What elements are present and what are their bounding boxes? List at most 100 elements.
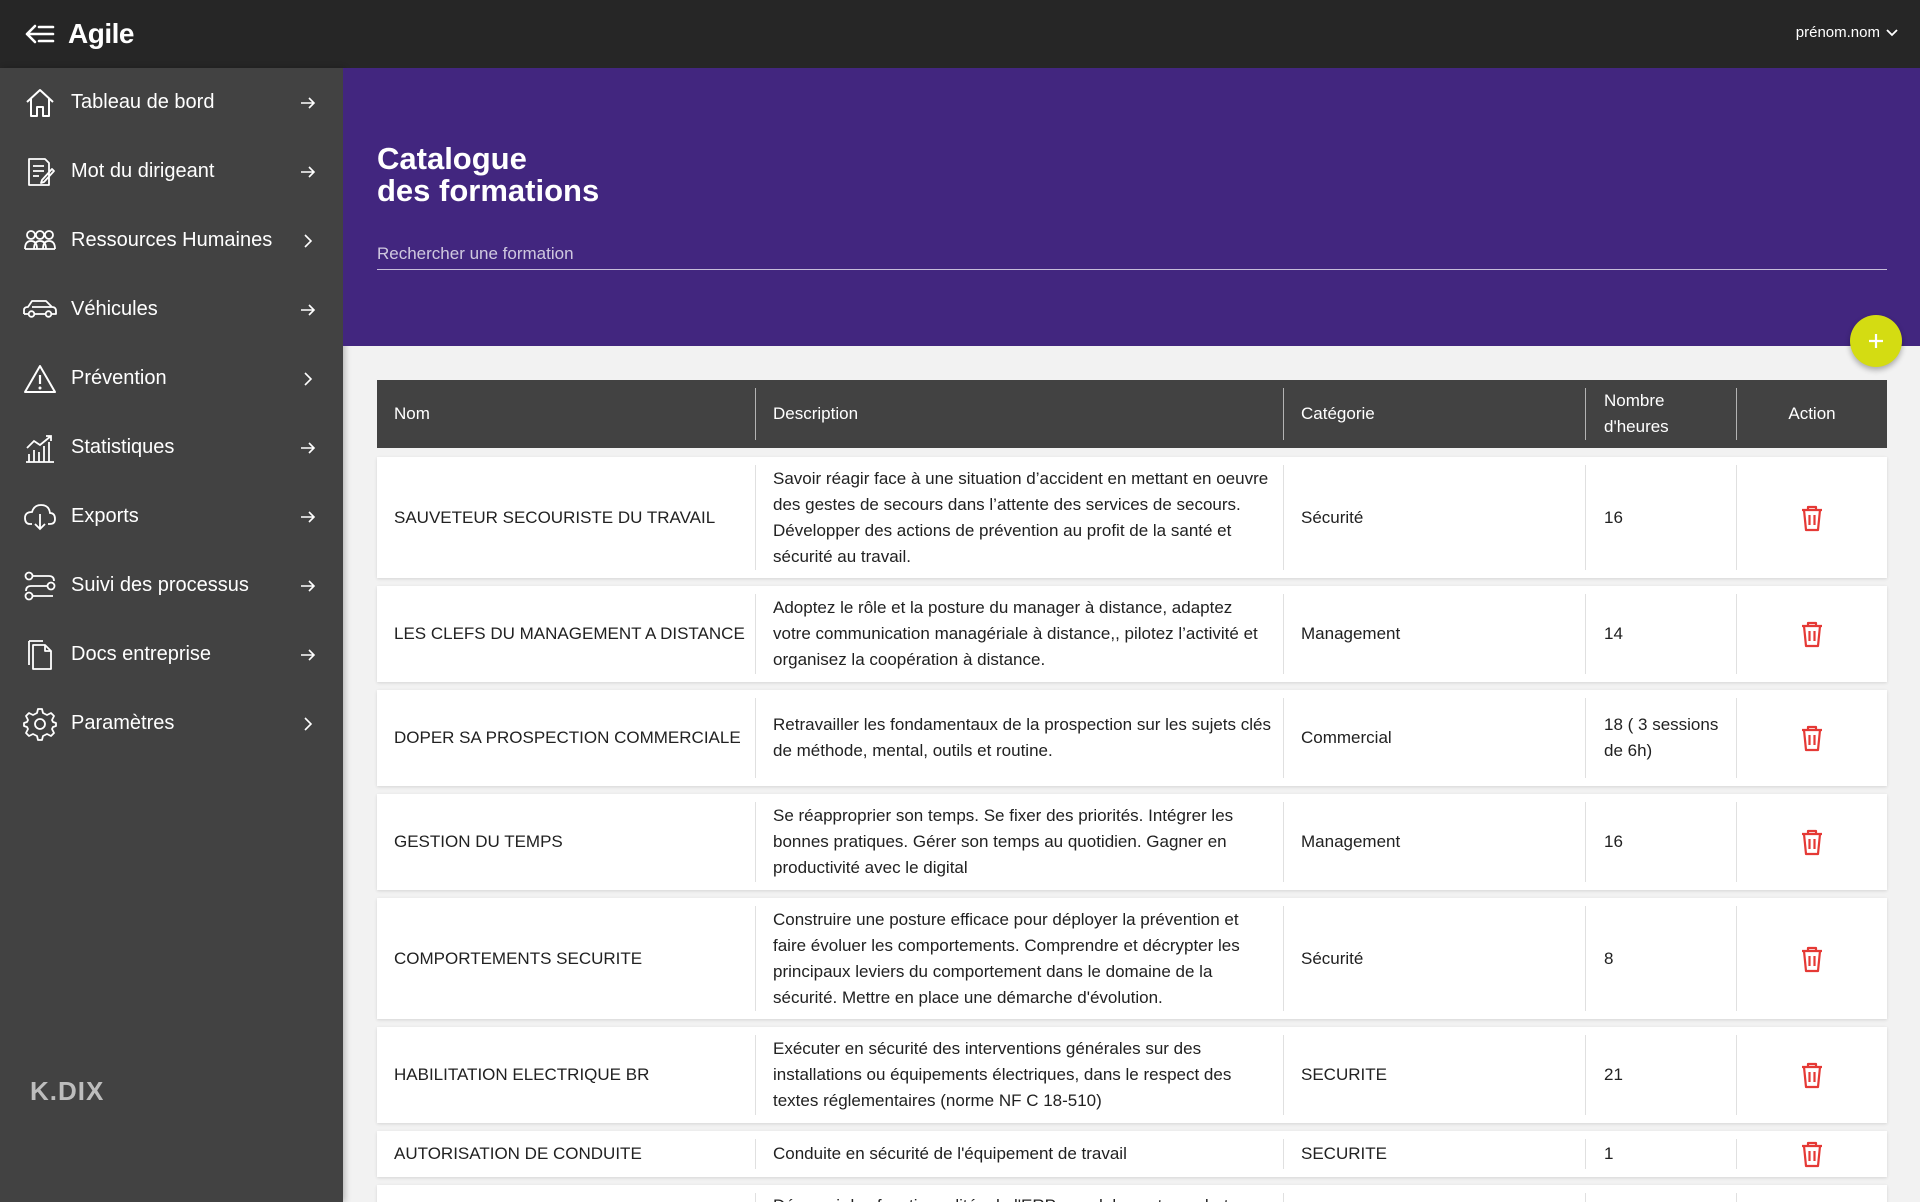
cell-action	[1737, 1027, 1887, 1123]
cell-heures: 14	[1604, 624, 1623, 643]
sidebar-item-statistiques[interactable]: Statistiques	[0, 413, 343, 482]
car-icon	[22, 292, 58, 328]
table-row[interactable]: SAUVETEUR SECOURISTE DU TRAVAIL Savoir ré…	[377, 457, 1887, 578]
trash-icon[interactable]	[1794, 941, 1830, 977]
document-edit-icon	[22, 154, 58, 190]
sidebar-item-mot-du-dirigeant[interactable]: Mot du dirigeant	[0, 137, 343, 206]
sidebar-item-prevention[interactable]: Prévention	[0, 344, 343, 413]
cell-divider	[1736, 1193, 1737, 1202]
cell-categorie: Sécurité	[1301, 948, 1364, 968]
trash-icon[interactable]	[1794, 1136, 1830, 1172]
cell-divider	[1283, 1193, 1284, 1202]
cell-divider	[1283, 906, 1284, 1011]
cell-divider	[1283, 465, 1284, 570]
chevron-down-icon	[1886, 24, 1898, 41]
cell-action	[1737, 586, 1887, 682]
arrow-right-icon	[297, 506, 319, 528]
arrow-right-icon	[297, 92, 319, 114]
cell-heures	[1604, 1185, 1724, 1202]
table-row[interactable]: AUTORISATION DE CONDUITE Conduite en sécu…	[377, 1131, 1887, 1177]
back-menu-icon[interactable]	[20, 14, 60, 54]
table-row[interactable]: GESTION DU TEMPS Se réapproprier son temp…	[377, 794, 1887, 890]
sidebar-item-label: Tableau de bord	[71, 91, 215, 113]
table-row[interactable]: HABILITATION ELECTRIQUE BR Exécuter en sé…	[377, 1027, 1887, 1123]
gear-icon	[22, 706, 58, 742]
column-header-categorie[interactable]: Catégorie	[1301, 380, 1375, 448]
cell-divider	[1283, 1139, 1284, 1169]
sidebar-item-suivi-des-processus[interactable]: Suivi des processus	[0, 551, 343, 620]
cell-divider	[1585, 594, 1586, 674]
sidebar-item-label: Ressources Humaines	[71, 229, 273, 251]
sidebar-item-ressources-humaines[interactable]: Ressources Humaines	[0, 206, 343, 275]
cell-divider	[755, 1193, 756, 1202]
arrow-right-icon	[297, 644, 319, 666]
sidebar-item-label: Véhicules	[71, 298, 158, 320]
page-title-line1: Catalogue	[377, 141, 527, 176]
table-header: Nom Description Catégorie Nombre d'heure…	[377, 380, 1887, 448]
cell-description: Retravailler les fondamentaux de la pros…	[773, 715, 1271, 760]
column-header-nom[interactable]: Nom	[394, 380, 430, 448]
sidebar-item-parametres[interactable]: Paramètres	[0, 689, 343, 758]
cell-heures: 16	[1604, 507, 1623, 527]
trash-icon[interactable]	[1794, 720, 1830, 756]
cell-divider	[755, 594, 756, 674]
sidebar-item-label: Docs entreprise	[71, 643, 212, 665]
app-title: Agile	[68, 18, 134, 49]
plus-icon	[1869, 334, 1883, 348]
cell-heures: 16	[1604, 832, 1623, 851]
arrow-right-icon	[297, 575, 319, 597]
cell-action	[1737, 898, 1887, 1019]
cell-divider	[1283, 698, 1284, 778]
arrow-right-icon	[297, 437, 319, 459]
cell-divider	[1585, 802, 1586, 882]
cell-categorie: SECURITE	[1301, 1144, 1387, 1163]
trash-icon[interactable]	[1794, 500, 1830, 536]
column-header-description[interactable]: Description	[773, 380, 858, 448]
cell-divider	[1585, 1035, 1586, 1115]
sidebar-item-label: Suivi des processus	[71, 574, 249, 596]
page-title: Catalogue des formations	[377, 143, 599, 207]
arrow-right-icon	[297, 299, 319, 321]
warning-icon	[22, 361, 58, 397]
trash-icon[interactable]	[1794, 1057, 1830, 1093]
cell-divider	[1585, 698, 1586, 778]
column-divider	[1283, 388, 1284, 440]
search-input[interactable]	[377, 238, 1887, 270]
add-formation-button[interactable]	[1850, 315, 1902, 367]
page-title-line2: des formations	[377, 173, 600, 208]
cell-divider	[1585, 1193, 1586, 1202]
file-icon	[22, 637, 58, 673]
sidebar-item-label: Paramètres	[71, 712, 175, 734]
people-group-icon	[22, 223, 58, 259]
table-row[interactable]: COMPORTEMENTS SECURITE Construire une pos…	[377, 898, 1887, 1019]
sidebar-item-label: Exports	[71, 505, 139, 527]
table-row[interactable]: DOPER SA PROSPECTION COMMERCIALE Retravai…	[377, 690, 1887, 786]
cell-divider	[755, 906, 756, 1011]
cell-categorie: Management	[1301, 832, 1401, 851]
sidebar-item-docs-entreprise[interactable]: Docs entreprise	[0, 620, 343, 689]
user-menu[interactable]: prénom.nom	[1796, 24, 1898, 41]
cell-nom: AUTORISATION DE CONDUITE	[394, 1144, 642, 1163]
column-header-heures-line2: d'heures	[1604, 417, 1669, 436]
chevron-right-icon	[297, 368, 319, 390]
sidebar-item-tableau-de-bord[interactable]: Tableau de bord	[0, 68, 343, 137]
sidebar-item-vehicules[interactable]: Véhicules	[0, 275, 343, 344]
column-header-heures[interactable]: Nombre d'heures	[1604, 380, 1669, 448]
cell-description: Construire une posture efficace pour dép…	[773, 909, 1240, 1007]
cell-categorie: SECURITE	[1301, 1065, 1387, 1084]
cell-categorie: Commercial	[1301, 728, 1392, 747]
cell-nom: HABILITATION ELECTRIQUE BR	[394, 1065, 650, 1084]
cell-divider	[755, 802, 756, 882]
trash-icon[interactable]	[1794, 824, 1830, 860]
cell-nom: SAUVETEUR SECOURISTE DU TRAVAIL	[394, 507, 716, 527]
cell-action	[1737, 794, 1887, 890]
cell-heures: 8	[1604, 948, 1614, 968]
trash-icon[interactable]	[1794, 616, 1830, 652]
sidebar-item-exports[interactable]: Exports	[0, 482, 343, 551]
cell-divider	[1585, 465, 1586, 570]
home-icon	[22, 85, 58, 121]
table-row[interactable]: LES CLEFS DU MANAGEMENT A DISTANCE Adopte…	[377, 586, 1887, 682]
cell-categorie: Management	[1301, 624, 1401, 643]
chevron-right-icon	[297, 230, 319, 252]
table-row[interactable]: Découvrir les fonctionnalités de l'ERP :…	[377, 1185, 1887, 1202]
